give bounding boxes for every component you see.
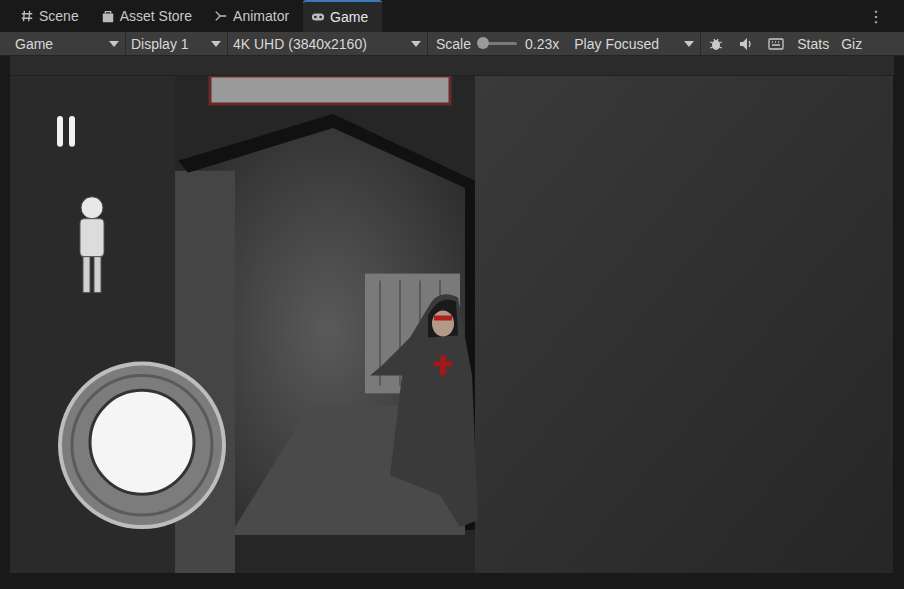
display-dropdown-label: Display 1 xyxy=(131,36,189,52)
tab-bar: Scene Asset Store Animator Game ⋮ xyxy=(0,0,904,32)
tab-label: Asset Store xyxy=(120,8,192,24)
dropdown-arrow-icon xyxy=(684,41,694,47)
display-dropdown[interactable]: Display 1 xyxy=(126,32,228,55)
scale-slider[interactable] xyxy=(479,42,517,45)
hash-icon xyxy=(20,9,34,23)
scale-label: Scale xyxy=(436,36,471,52)
game-toolbar: Game Display 1 4K UHD (3840x2160) Scale 0.23… xyxy=(0,32,904,56)
view-dropdown[interactable]: Game xyxy=(10,32,126,55)
menu-button[interactable]: ⋮ xyxy=(862,0,904,32)
game-view[interactable] xyxy=(10,76,893,573)
pause-icon[interactable] xyxy=(57,116,75,147)
editor-tab[interactable]: Game xyxy=(303,0,382,32)
gizmos-button[interactable]: Giz xyxy=(835,36,868,52)
editor-tab[interactable]: Animator xyxy=(206,0,303,32)
scale-slider-knob[interactable] xyxy=(477,37,489,49)
tab-bar-space xyxy=(382,0,862,32)
tab-label: Scene xyxy=(39,8,79,24)
dropdown-arrow-icon xyxy=(411,41,421,47)
joystick[interactable] xyxy=(60,363,224,527)
game-view-area xyxy=(0,76,904,589)
speaker-button[interactable] xyxy=(731,32,761,55)
tab-label: Game xyxy=(330,9,368,25)
tab-label: Animator xyxy=(233,8,289,24)
bug-icon xyxy=(708,36,724,52)
bug-button[interactable] xyxy=(701,32,731,55)
keyboard-icon xyxy=(768,36,784,52)
player-portrait-icon xyxy=(80,197,104,293)
animator-icon xyxy=(214,9,228,23)
nun-figure xyxy=(370,294,478,527)
game-frame xyxy=(10,76,893,573)
scale-reading: 0.23x xyxy=(525,36,559,52)
editor-tab[interactable]: Scene xyxy=(12,0,93,32)
keyboard-button[interactable] xyxy=(761,32,791,55)
bag-icon xyxy=(101,9,115,23)
play-mode-dropdown[interactable]: Play Focused xyxy=(569,32,701,55)
editor-tab[interactable]: Asset Store xyxy=(93,0,206,32)
dropdown-arrow-icon xyxy=(211,41,221,47)
dropdown-arrow-icon xyxy=(109,41,119,47)
speaker-icon xyxy=(738,36,754,52)
scale-control: Scale 0.23x xyxy=(428,36,569,52)
view-dropdown-label: Game xyxy=(15,36,53,52)
gamepad-icon xyxy=(311,10,325,24)
stats-button[interactable]: Stats xyxy=(791,36,835,52)
play-mode-dropdown-label: Play Focused xyxy=(574,36,659,52)
resolution-dropdown[interactable]: 4K UHD (3840x2160) xyxy=(228,32,428,55)
game-view-header xyxy=(10,56,894,76)
resolution-dropdown-label: 4K UHD (3840x2160) xyxy=(233,36,367,52)
